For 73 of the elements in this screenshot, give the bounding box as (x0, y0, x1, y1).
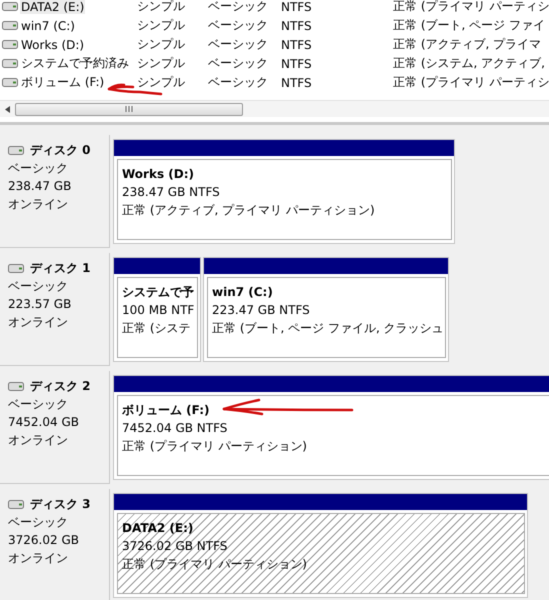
disk-status: オンライン (8, 196, 69, 213)
partition-name: win7 (C:) (212, 284, 273, 301)
partition-block[interactable]: win7 (C:) 223.47 GB NTFS 正常 (ブート, ページ ファイル, クラッシュ (203, 257, 449, 362)
volume-name[interactable]: システムで予約済み (20, 55, 130, 72)
file-system-cell-text: NTFS (281, 56, 313, 70)
volume-name[interactable]: ボリューム (F:) (20, 74, 106, 91)
disk-size: 3726.02 GB (8, 532, 80, 549)
disk-size: 238.47 GB (8, 178, 72, 195)
left-arrow-icon (5, 106, 10, 112)
volume-name[interactable]: DATA2 (E:) (20, 0, 86, 14)
partition-block[interactable]: システムで予 100 MB NTF 正常 (システ (113, 257, 201, 362)
partition-block[interactable]: DATA2 (E:) 3726.02 GB NTFS 正常 (プライマリ パーティション) (113, 493, 528, 598)
scrollbar-thumb[interactable] (15, 102, 243, 116)
volume-name[interactable]: Works (D:) (20, 38, 86, 52)
partition-block[interactable]: ボリューム (F:) 7452.04 GB NTFS 正常 (プライマリ パーティション) (113, 375, 549, 480)
partition-status: 正常 (システ (122, 320, 190, 337)
disk-type: ベーシック (8, 514, 69, 531)
drive-icon (2, 40, 18, 49)
disk-label: ディスク 0 (30, 142, 91, 159)
disk-label: ディスク 3 (30, 496, 91, 513)
horizontal-scrollbar[interactable] (0, 100, 549, 117)
status-cell: 正常 (プライマリ パーティシ (393, 0, 549, 15)
disk-label: ディスク 1 (30, 260, 91, 277)
layout-cell-text: シンプル (137, 0, 186, 15)
partition-block[interactable]: Works (D:) 238.47 GB NTFS 正常 (アクティブ, プライマリ パーティション) (113, 139, 455, 244)
disk-type: ベーシック (8, 278, 69, 295)
drive-icon (8, 382, 24, 390)
disk-type: ベーシック (8, 396, 69, 413)
type-cell-text: ベーシック (208, 74, 269, 91)
type-cell-text: ベーシック (208, 55, 269, 72)
status-cell: 正常 (プライマリ パーティシ (393, 74, 549, 91)
drive-icon (2, 78, 18, 87)
type-cell-text: ベーシック (208, 17, 269, 34)
disk-label: ディスク 2 (30, 378, 91, 395)
disk-status: オンライン (8, 432, 69, 449)
status-cell-text: 正常 (システム, アクティブ, (393, 55, 546, 72)
drive-icon (8, 264, 24, 272)
partition-name: DATA2 (E:) (122, 520, 194, 537)
partition-size: 7452.04 GB NTFS (122, 420, 228, 437)
file-system-cell-text: NTFS (281, 0, 313, 14)
file-system-cell-text: NTFS (281, 76, 313, 90)
type-cell-text: ベーシック (208, 36, 269, 53)
layout-cell-text: シンプル (137, 36, 186, 53)
file-system-cell-text: NTFS (281, 18, 313, 32)
drive-icon (2, 2, 18, 11)
disk-status: オンライン (8, 314, 69, 331)
drive-icon (2, 59, 18, 68)
drive-icon (8, 146, 24, 154)
partition-status: 正常 (プライマリ パーティション) (122, 438, 307, 455)
type-cell-text: ベーシック (208, 0, 269, 15)
partition-size: 3726.02 GB NTFS (122, 538, 228, 555)
partition-size: 223.47 GB NTFS (212, 302, 310, 319)
partition-size: 100 MB NTF (122, 302, 194, 319)
partition-status: 正常 (プライマリ パーティション) (122, 556, 307, 573)
partition-status: 正常 (アクティブ, プライマリ パーティション) (122, 202, 375, 219)
disk-status: オンライン (8, 550, 69, 567)
status-cell-text: 正常 (ブート, ページ ファイ (393, 17, 546, 34)
disk-size: 7452.04 GB (8, 414, 80, 431)
disk-type: ベーシック (8, 160, 69, 177)
layout-cell-text: シンプル (137, 55, 186, 72)
partition-name: Works (D:) (122, 166, 194, 183)
partition-size: 238.47 GB NTFS (122, 184, 220, 201)
drive-icon (8, 500, 24, 508)
partition-name: システムで予 (122, 284, 194, 301)
volume-name[interactable]: win7 (C:) (20, 18, 76, 32)
layout-cell-text: シンプル (137, 74, 186, 91)
status-cell-text: 正常 (アクティブ, プライマ (393, 36, 542, 53)
disk-size: 223.57 GB (8, 296, 72, 313)
drive-icon (2, 21, 18, 30)
layout-cell-text: シンプル (137, 17, 186, 34)
file-system-cell-text: NTFS (281, 38, 313, 52)
partition-status: 正常 (ブート, ページ ファイル, クラッシュ (212, 320, 444, 337)
partition-name: ボリューム (F:) (122, 402, 210, 419)
